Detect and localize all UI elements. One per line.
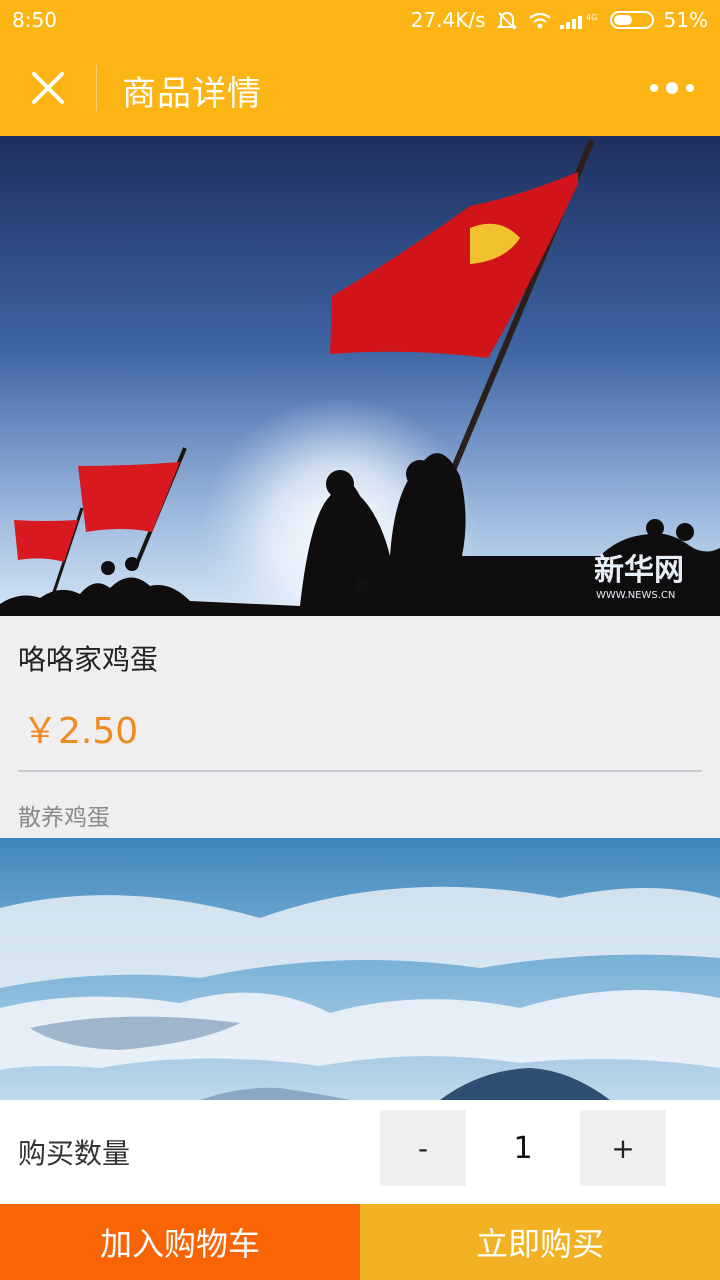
status-right: 27.4K/s 4G 51%: [411, 8, 708, 32]
more-dot-icon: [686, 84, 694, 92]
add-to-cart-button[interactable]: 加入购物车: [0, 1204, 360, 1280]
carousel-indicator[interactable]: [354, 578, 368, 592]
battery-icon: [609, 11, 654, 29]
quantity-label: 购买数量: [18, 1137, 131, 1170]
more-dot-icon: [666, 82, 678, 94]
divider: [18, 770, 702, 772]
product-image-carousel[interactable]: 新华网 WWW.NEWS.CN: [0, 136, 720, 616]
quantity-increase-button[interactable]: +: [580, 1110, 666, 1186]
signal-icon: 4G: [559, 11, 600, 29]
wifi-icon: [528, 11, 551, 29]
status-time: 8:50: [12, 8, 57, 32]
product-description: 散养鸡蛋: [18, 805, 110, 831]
close-button[interactable]: [24, 64, 72, 112]
network-speed: 27.4K/s: [410, 8, 486, 32]
bottom-action-bar: 加入购物车 立即购买: [0, 1204, 720, 1280]
scenery-image: [0, 838, 720, 1100]
status-bar: 8:50 27.4K/s 4G 51%: [0, 0, 720, 40]
quantity-decrease-button[interactable]: -: [380, 1110, 466, 1186]
hero-image: 新华网 WWW.NEWS.CN: [0, 136, 720, 616]
product-name: 咯咯家鸡蛋: [18, 643, 159, 676]
more-options-button[interactable]: [650, 74, 694, 102]
network-type: 4G: [586, 13, 597, 22]
quantity-row: 购买数量 - 1 +: [0, 1100, 720, 1204]
product-info: 咯咯家鸡蛋 ￥2.50 散养鸡蛋: [0, 616, 720, 838]
more-dot-icon: [650, 84, 658, 92]
watermark-text: 新华网: [594, 553, 684, 588]
watermark-url: WWW.NEWS.CN: [596, 590, 675, 601]
product-detail-page: 8:50 27.4K/s 4G 51% 商品详情 新华网 WWW.NEWS.CN…: [0, 0, 720, 1280]
quantity-value[interactable]: 1: [466, 1110, 580, 1186]
close-icon: [32, 72, 64, 104]
product-price: ￥2.50: [22, 711, 139, 752]
mute-bell-icon: [496, 11, 518, 30]
detail-image: [0, 838, 720, 1100]
title-divider: [96, 65, 97, 111]
battery-percent: 51%: [663, 8, 708, 32]
buy-now-button[interactable]: 立即购买: [360, 1204, 720, 1280]
title-bar: 商品详情: [0, 40, 720, 136]
page-title: 商品详情: [122, 74, 262, 114]
